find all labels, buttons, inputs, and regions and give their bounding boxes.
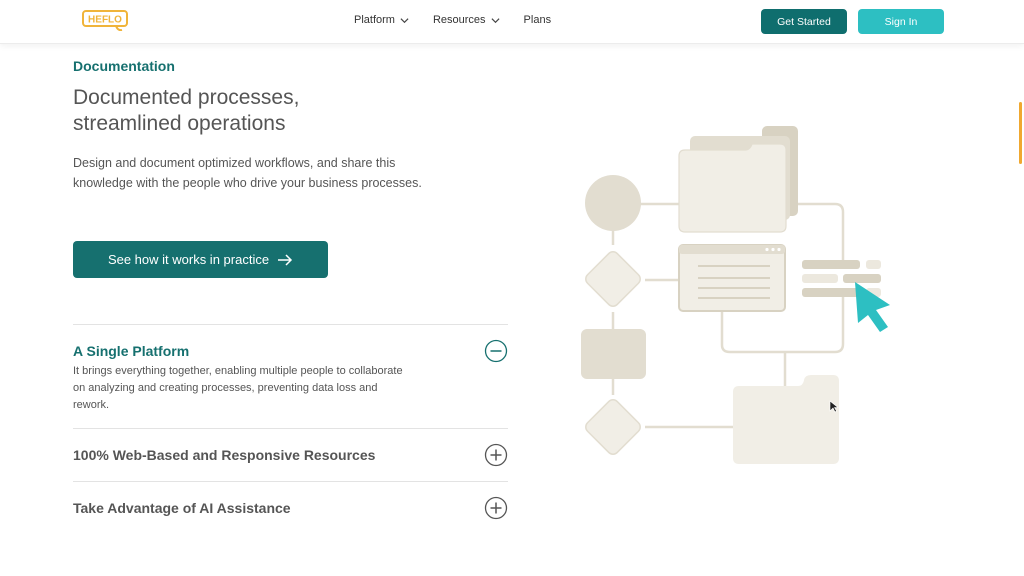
section-eyebrow: Documentation bbox=[73, 58, 175, 74]
process-diagram-illustration bbox=[581, 126, 890, 464]
diagram-decision-diamond bbox=[585, 399, 641, 455]
hero-description: Design and document optimized workflows,… bbox=[73, 156, 422, 190]
sign-in-button[interactable]: Sign In bbox=[858, 9, 944, 34]
get-started-button[interactable]: Get Started bbox=[761, 9, 847, 34]
chevron-down-icon bbox=[491, 17, 500, 23]
folder-stack-icon bbox=[678, 126, 798, 233]
see-how-it-works-button[interactable]: See how it works in practice bbox=[73, 241, 328, 278]
accordion-title-single-platform[interactable]: A Single Platform bbox=[73, 343, 189, 359]
plus-circle-icon[interactable] bbox=[484, 496, 508, 520]
page-scrollbar-thumb[interactable] bbox=[1019, 102, 1022, 164]
accordion-divider bbox=[73, 428, 508, 429]
diagram-decision-diamond bbox=[585, 251, 641, 307]
top-navigation-bar: HEFLO Platform Resources Plans Get Start… bbox=[0, 0, 1024, 44]
page-headline: Documented processes, streamlined operat… bbox=[73, 85, 403, 137]
document-window-icon bbox=[678, 244, 786, 312]
diagram-start-circle bbox=[585, 175, 641, 231]
arrow-right-icon bbox=[278, 253, 293, 266]
accordion-divider bbox=[73, 324, 508, 325]
main-nav: Platform Resources Plans bbox=[354, 14, 575, 26]
cta-label: See how it works in practice bbox=[107, 252, 270, 267]
headline-line-2: streamlined operations bbox=[73, 112, 286, 135]
nav-item-resources[interactable]: Resources bbox=[433, 14, 500, 26]
nav-item-platform[interactable]: Platform bbox=[354, 14, 409, 26]
chevron-down-icon bbox=[400, 17, 409, 23]
accordion-title-ai-assistance[interactable]: Take Advantage of AI Assistance bbox=[73, 500, 291, 516]
headline-line-1: Documented processes, bbox=[73, 86, 300, 109]
logo-text: HEFLO bbox=[88, 15, 122, 26]
nav-item-label: Platform bbox=[354, 14, 395, 26]
minus-circle-icon[interactable] bbox=[484, 339, 508, 363]
nav-item-label: Resources bbox=[432, 14, 486, 26]
folder-icon bbox=[733, 375, 839, 464]
accordion-body-single-platform: It brings everything together, enabling … bbox=[73, 365, 403, 411]
plus-circle-icon[interactable] bbox=[484, 443, 508, 467]
diagram-task-box bbox=[581, 329, 646, 379]
heflo-logo[interactable]: HEFLO bbox=[82, 9, 130, 31]
nav-item-plans[interactable]: Plans bbox=[524, 14, 552, 26]
accordion-title-web-based[interactable]: 100% Web-Based and Responsive Resources bbox=[73, 447, 375, 463]
nav-item-label: Plans bbox=[523, 14, 552, 26]
accordion-divider bbox=[73, 481, 508, 482]
